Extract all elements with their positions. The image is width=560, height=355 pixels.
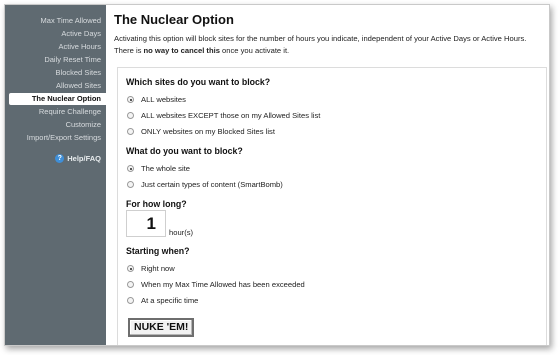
question-icon: ? <box>55 154 65 163</box>
radio-after-max-time[interactable]: When my Max Time Allowed has been exceed… <box>127 280 305 289</box>
sidebar-item-import-export-settings[interactable]: Import/Export Settings <box>5 132 103 144</box>
sidebar-item-daily-reset-time[interactable]: Daily Reset Time <box>5 54 103 66</box>
intro-line-1: Activating this option will block sites … <box>114 34 527 43</box>
radio-label: ALL websites <box>141 95 186 104</box>
sidebar-item-customize[interactable]: Customize <box>5 119 103 131</box>
radio-label: At a specific time <box>141 296 199 305</box>
radio-smartbomb[interactable]: Just certain types of content (SmartBomb… <box>127 180 283 189</box>
help-faq-label: Help/FAQ <box>67 154 101 163</box>
intro-line-2-pre: There is <box>114 46 144 55</box>
radio-all-websites[interactable]: ALL websites <box>127 95 186 104</box>
radio-right-now[interactable]: Right now <box>127 264 175 273</box>
page-title: The Nuclear Option <box>114 12 234 27</box>
main-content: The Nuclear Option Activating this optio… <box>114 5 549 345</box>
how-long-heading: For how long? <box>126 199 187 209</box>
radio-button[interactable] <box>127 112 134 119</box>
sites-to-block-heading: Which sites do you want to block? <box>126 77 271 87</box>
sidebar-item-active-hours[interactable]: Active Hours <box>5 41 103 53</box>
radio-button[interactable] <box>127 297 134 304</box>
help-faq-link[interactable]: ? Help/FAQ <box>55 154 101 163</box>
hours-unit-label: hour(s) <box>169 228 194 237</box>
radio-only-blocked[interactable]: ONLY websites on my Blocked Sites list <box>127 127 275 136</box>
radio-all-except-allowed[interactable]: ALL websites EXCEPT those on my Allowed … <box>127 111 320 120</box>
radio-label: Just certain types of content (SmartBomb… <box>141 180 283 189</box>
radio-label: ALL websites EXCEPT those on my Allowed … <box>141 111 321 120</box>
radio-label: When my Max Time Allowed has been exceed… <box>141 280 305 289</box>
sidebar-item-max-time-allowed[interactable]: Max Time Allowed <box>5 15 103 27</box>
radio-specific-time[interactable]: At a specific time <box>127 296 198 305</box>
app-window: Max Time Allowed Active Days Active Hour… <box>4 4 550 346</box>
what-to-block-heading: What do you want to block? <box>126 146 243 156</box>
radio-button[interactable] <box>127 181 134 188</box>
radio-label: ONLY websites on my Blocked Sites list <box>141 127 275 136</box>
radio-button-checked[interactable] <box>127 165 134 172</box>
radio-label: The whole site <box>141 164 190 173</box>
intro-line-2-post: once you activate it. <box>219 46 290 55</box>
nuke-button[interactable]: NUKE 'EM! <box>128 318 195 337</box>
sidebar-item-active-days[interactable]: Active Days <box>5 28 103 40</box>
starting-when-heading: Starting when? <box>126 246 190 256</box>
radio-button[interactable] <box>127 128 134 135</box>
sidebar-item-blocked-sites[interactable]: Blocked Sites <box>5 67 103 79</box>
intro-text: Activating this option will block sites … <box>114 33 544 57</box>
sidebar-item-require-challenge[interactable]: Require Challenge <box>5 106 103 118</box>
radio-label: Right now <box>141 264 175 273</box>
radio-button[interactable] <box>127 281 134 288</box>
radio-button-checked[interactable] <box>127 96 134 103</box>
sidebar-item-nuclear-option[interactable]: The Nuclear Option <box>9 93 106 105</box>
sidebar-item-allowed-sites[interactable]: Allowed Sites <box>5 80 103 92</box>
sidebar: Max Time Allowed Active Days Active Hour… <box>5 5 106 345</box>
radio-button-checked[interactable] <box>127 265 134 272</box>
nuclear-option-form: Which sites do you want to block? ALL we… <box>117 67 547 345</box>
radio-whole-site[interactable]: The whole site <box>127 164 190 173</box>
hours-input[interactable]: 1 <box>126 210 166 237</box>
intro-warning: no way to cancel this <box>143 46 220 55</box>
